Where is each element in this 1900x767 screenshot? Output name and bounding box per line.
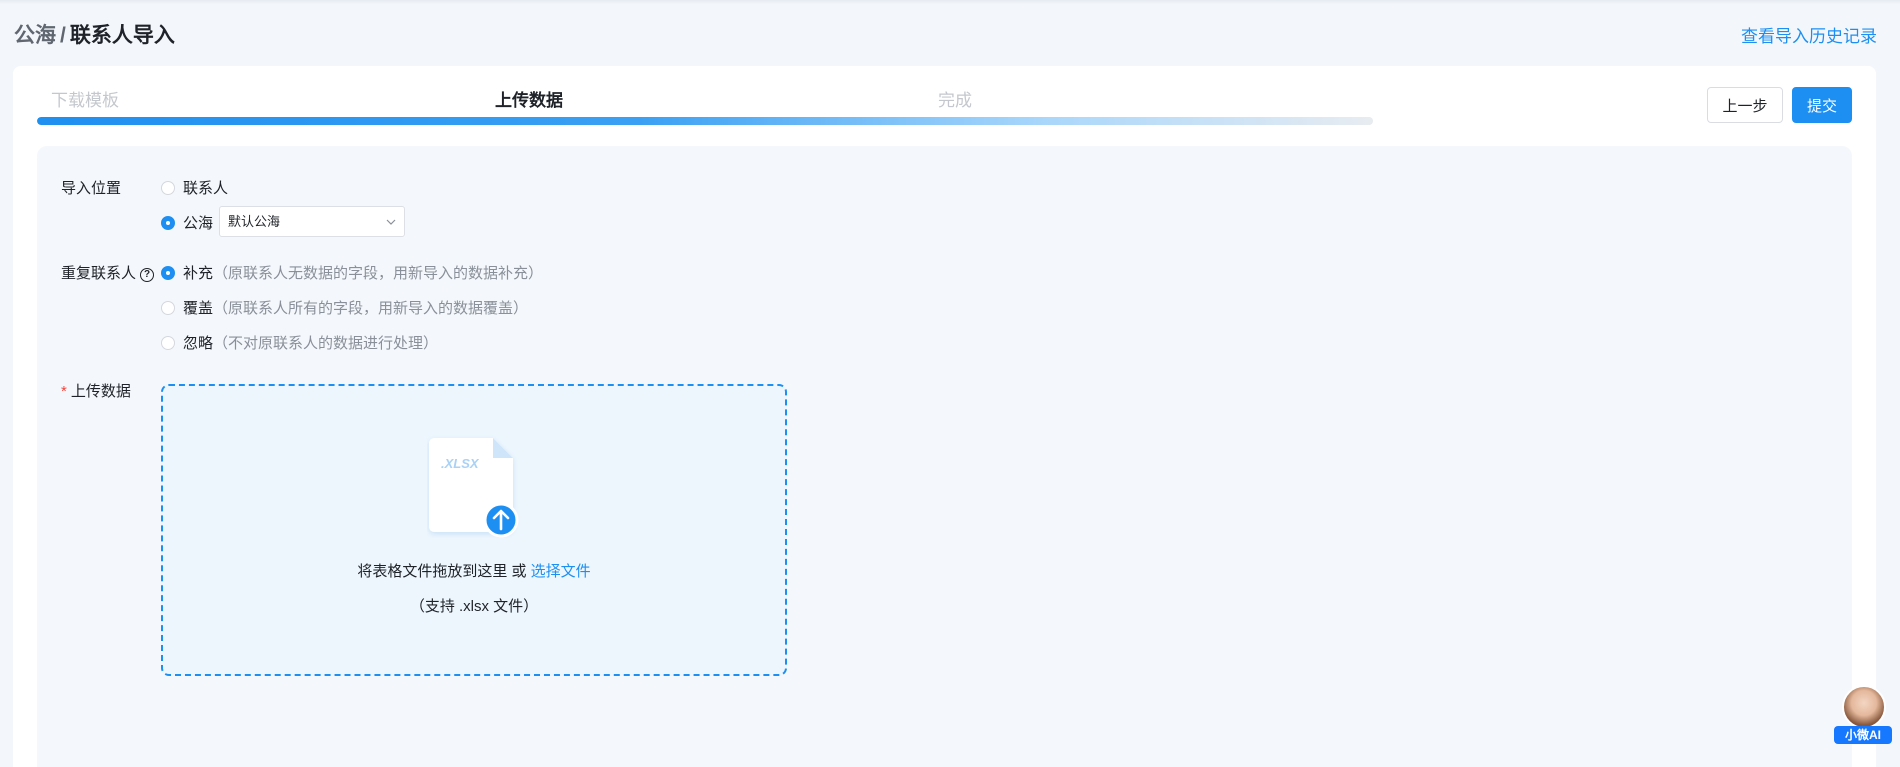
ai-assistant-button[interactable]: 小微AI: [1834, 685, 1892, 747]
radio-button[interactable]: [161, 335, 175, 350]
step-upload-data: 上传数据: [495, 91, 563, 110]
duplicate-contacts-label: 重复联系人?: [61, 262, 155, 283]
radio-label: 覆盖: [183, 300, 214, 317]
public-pool-select-value: 默认公海: [228, 214, 281, 229]
import-history-link[interactable]: 查看导入历史记录: [1741, 22, 1877, 47]
page-title: 联系人导入: [69, 24, 175, 47]
radio-duplicate-overwrite[interactable]: 覆盖 （原联系人所有的字段，用新导入的数据覆盖）: [161, 297, 528, 318]
drop-text: 将表格文件拖放到这里 或: [357, 563, 531, 580]
radio-label: 忽略: [183, 335, 214, 352]
radio-description: （不对原联系人的数据进行处理）: [213, 335, 439, 352]
import-card: 下载模板 上传数据 完成 上一步 提交 导入位置 联系人 公海 默认公海 重复联…: [13, 66, 1876, 767]
radio-button[interactable]: [161, 180, 175, 195]
select-file-link[interactable]: 选择文件: [531, 563, 591, 580]
step-progress-fill: [37, 117, 1373, 125]
prev-step-button[interactable]: 上一步: [1707, 87, 1783, 123]
radio-label: 补充: [183, 265, 214, 282]
radio-description: （原联系人所有的字段，用新导入的数据覆盖）: [213, 300, 529, 317]
file-icon-text: .XLSX: [441, 456, 480, 471]
radio-location-public-pool[interactable]: 公海: [161, 212, 213, 233]
submit-button[interactable]: 提交: [1792, 87, 1852, 123]
top-shadow: [0, 0, 1900, 4]
duplicate-contacts-label-text: 重复联系人: [61, 265, 137, 282]
file-dropzone[interactable]: .XLSX 将表格文件拖放到这里 或 选择文件 （支持 .xlsx 文件）: [161, 384, 787, 676]
radio-button[interactable]: [161, 265, 175, 280]
chevron-down-icon: [386, 219, 396, 225]
import-location-label: 导入位置: [61, 180, 122, 197]
radio-duplicate-supplement[interactable]: 补充 （原联系人无数据的字段，用新导入的数据补充）: [161, 262, 543, 283]
step-indicator: 下载模板 上传数据 完成: [37, 86, 1373, 126]
radio-location-contacts[interactable]: 联系人: [161, 177, 228, 198]
assistant-avatar: [1842, 685, 1886, 729]
xlsx-file-upload-icon: .XLSX: [429, 438, 519, 538]
radio-label: 公海: [183, 215, 214, 232]
assistant-badge: 小微AI: [1834, 726, 1892, 744]
public-pool-select[interactable]: 默认公海: [219, 206, 405, 237]
radio-label: 联系人: [183, 180, 229, 197]
radio-description: （原联系人无数据的字段，用新导入的数据补充）: [213, 265, 544, 282]
upload-data-label: * 上传数据: [61, 380, 131, 401]
step-progress-track: [37, 117, 1373, 125]
breadcrumb: 公海 / 联系人导入: [14, 19, 175, 49]
step-download-template: 下载模板: [51, 91, 119, 110]
upload-data-label-text: 上传数据: [70, 383, 131, 400]
radio-button[interactable]: [161, 300, 175, 315]
question-circle-icon[interactable]: ?: [140, 268, 155, 282]
breadcrumb-parent[interactable]: 公海: [14, 24, 56, 47]
step-complete: 完成: [938, 91, 972, 110]
radio-duplicate-ignore[interactable]: 忽略 （不对原联系人的数据进行处理）: [161, 332, 438, 353]
breadcrumb-separator: /: [60, 24, 66, 47]
drop-instructions: 将表格文件拖放到这里 或 选择文件: [163, 560, 785, 581]
radio-button[interactable]: [161, 215, 175, 230]
supported-format-hint: （支持 .xlsx 文件）: [409, 598, 539, 615]
top-bar: 公海 / 联系人导入 查看导入历史记录: [0, 0, 1900, 64]
required-mark: *: [61, 383, 67, 400]
